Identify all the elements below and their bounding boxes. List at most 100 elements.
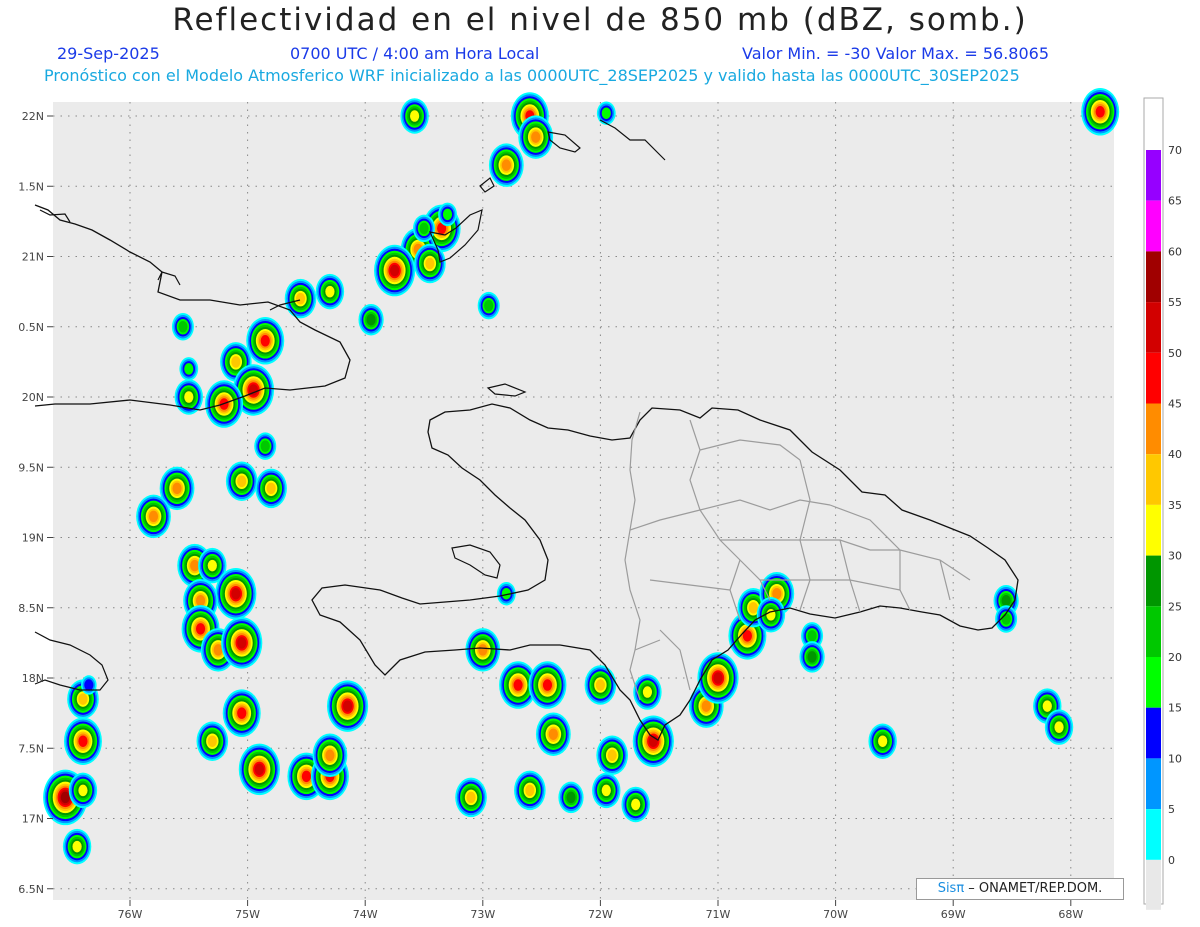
cell-ring bbox=[78, 735, 88, 747]
lat-label: 8.5N bbox=[18, 602, 44, 615]
reflectivity-cell bbox=[326, 680, 369, 732]
cell-ring bbox=[190, 559, 200, 572]
reflectivity-cell bbox=[413, 214, 435, 243]
colorbar-segment bbox=[1146, 352, 1161, 404]
lat-label: 22N bbox=[22, 110, 44, 123]
cell-ring bbox=[501, 159, 511, 171]
reflectivity-cell bbox=[136, 494, 171, 539]
cell-ring bbox=[542, 679, 553, 691]
cell-ring bbox=[342, 700, 353, 712]
cell-ring bbox=[60, 791, 70, 804]
reflectivity-cell bbox=[455, 777, 487, 818]
reflectivity-cell bbox=[284, 278, 317, 319]
reflectivity-cell bbox=[238, 743, 280, 796]
cell-ring bbox=[713, 672, 723, 684]
colorbar-label: 5 bbox=[1168, 803, 1175, 816]
cell-ring bbox=[442, 208, 453, 221]
reflectivity-cell bbox=[414, 243, 446, 284]
lon-label: 74W bbox=[353, 908, 378, 921]
cell-ring bbox=[409, 110, 420, 122]
reflectivity-cell bbox=[374, 244, 416, 297]
cell-ring bbox=[531, 131, 541, 143]
colorbar-label: 25 bbox=[1168, 600, 1182, 613]
cell-ring bbox=[260, 335, 270, 347]
cell-ring bbox=[72, 840, 82, 853]
reflectivity-cell bbox=[255, 468, 287, 509]
reflectivity-cell bbox=[62, 828, 92, 865]
lon-label: 68W bbox=[1058, 908, 1083, 921]
lat-label: 1.5N bbox=[18, 180, 44, 193]
colorbar-segment bbox=[1146, 657, 1161, 708]
cell-ring bbox=[1001, 613, 1011, 625]
lon-label: 73W bbox=[470, 908, 495, 921]
reflectivity-cell bbox=[1044, 709, 1074, 745]
cell-ring bbox=[419, 222, 429, 235]
cell-ring bbox=[325, 285, 335, 298]
cell-ring bbox=[548, 728, 558, 740]
colorbar-segment bbox=[1146, 302, 1161, 353]
cell-ring bbox=[78, 784, 88, 797]
colorbar-segment bbox=[1146, 555, 1161, 607]
colorbar-label: 50 bbox=[1168, 347, 1182, 360]
colorbar-label: 0 bbox=[1168, 854, 1175, 867]
reflectivity-cell bbox=[518, 115, 554, 159]
cell-ring bbox=[237, 475, 247, 488]
lon-label: 69W bbox=[941, 908, 966, 921]
lon-label: 70W bbox=[823, 908, 848, 921]
reflectivity-cell bbox=[254, 432, 277, 460]
reflectivity-cell bbox=[196, 721, 229, 761]
cell-ring bbox=[425, 257, 435, 270]
cell-ring bbox=[231, 356, 241, 368]
cell-ring bbox=[1001, 594, 1011, 607]
reflectivity-cell bbox=[621, 786, 650, 823]
cell-ring bbox=[566, 791, 576, 804]
reflectivity-cell bbox=[535, 712, 571, 756]
colorbar-label: 65 bbox=[1168, 195, 1182, 208]
cell-ring bbox=[595, 679, 606, 691]
cell-ring bbox=[195, 623, 206, 635]
reflectivity-cell bbox=[400, 98, 429, 134]
lat-label: 18N bbox=[22, 672, 44, 685]
reflectivity-cell bbox=[477, 291, 500, 320]
colorbar-label: 15 bbox=[1168, 702, 1182, 715]
colorbar-label: 30 bbox=[1168, 550, 1182, 563]
colorbar-label: 40 bbox=[1168, 448, 1182, 461]
lat-label: 19N bbox=[22, 532, 44, 545]
cell-ring bbox=[1095, 106, 1105, 118]
reflectivity-cell bbox=[868, 723, 897, 759]
cell-ring bbox=[525, 784, 535, 797]
colorbar-label: 60 bbox=[1168, 245, 1182, 258]
cell-ring bbox=[301, 770, 311, 783]
cell-ring bbox=[484, 299, 494, 312]
cell-ring bbox=[807, 630, 817, 642]
cell-ring bbox=[607, 749, 617, 762]
colorbar-segment bbox=[1146, 504, 1161, 556]
reflectivity-cell bbox=[697, 652, 739, 704]
lat-label: 0.5N bbox=[18, 321, 44, 334]
cell-ring bbox=[266, 482, 276, 495]
cell-ring bbox=[701, 700, 711, 712]
colorbar-label: 45 bbox=[1168, 398, 1182, 411]
cell-ring bbox=[325, 749, 335, 762]
cell-ring bbox=[260, 440, 270, 452]
cell-ring bbox=[295, 292, 306, 305]
colorbar-label: 70 bbox=[1168, 144, 1182, 157]
colorbar: 0 5 10 15 20 25 30 35 40 45 50 55 60 65 70 bbox=[1143, 97, 1182, 910]
reflectivity-cell bbox=[1081, 88, 1120, 136]
cell-ring bbox=[237, 707, 247, 719]
cell-ring bbox=[195, 594, 206, 607]
reflectivity-map: 22N 1.5N 21N 0.5N 20N 9.5N 19N 8.5N 18N 7.5N 17N 6.… bbox=[18, 88, 1182, 921]
colorbar-segment bbox=[1146, 251, 1161, 303]
cell-ring bbox=[184, 391, 194, 403]
reflectivity-cell bbox=[171, 313, 194, 341]
colorbar-segment bbox=[1146, 454, 1161, 505]
reflectivity-cell bbox=[528, 661, 567, 709]
cell-ring bbox=[237, 637, 247, 649]
reflectivity-cell bbox=[315, 273, 345, 310]
colorbar-label: 55 bbox=[1168, 296, 1182, 309]
reflectivity-cell bbox=[514, 770, 546, 811]
reflectivity-cell bbox=[584, 665, 617, 705]
cell-ring bbox=[601, 107, 611, 119]
lon-label: 75W bbox=[235, 908, 260, 921]
cell-ring bbox=[254, 763, 264, 776]
